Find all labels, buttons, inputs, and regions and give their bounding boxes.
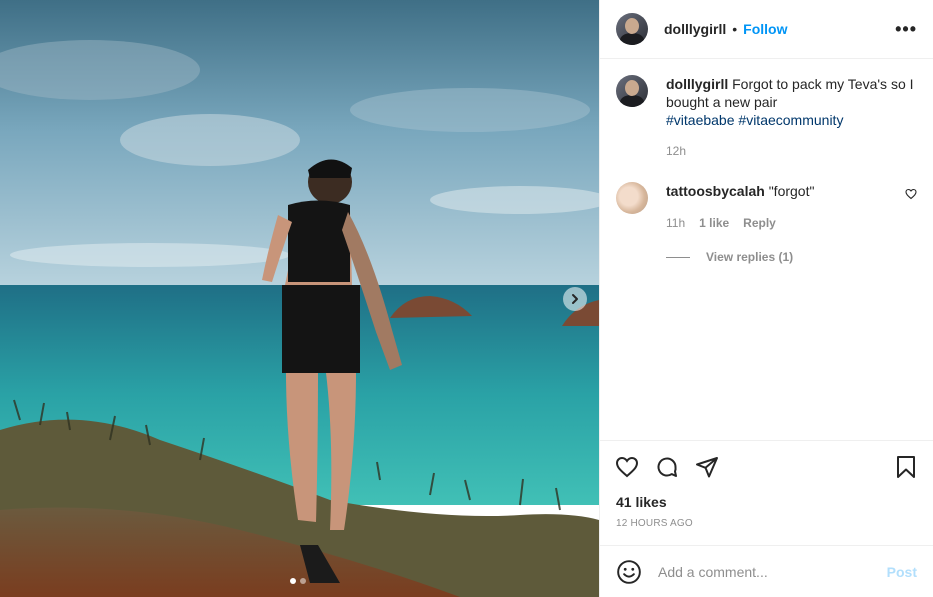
view-replies-label: View replies (1): [706, 250, 794, 264]
comment-likes[interactable]: 1 like: [699, 214, 729, 232]
post-photo[interactable]: [0, 0, 599, 597]
chevron-right-icon: [572, 294, 578, 304]
author-avatar[interactable]: [616, 13, 648, 45]
caption-avatar[interactable]: [616, 75, 648, 107]
comment-age[interactable]: 11h: [666, 214, 685, 232]
carousel-dot-active: [290, 578, 296, 584]
comment-username[interactable]: tattoosbycalah: [666, 183, 765, 199]
hashtag-link[interactable]: #vitaecommunity: [738, 112, 843, 128]
post-dialog: dolllygirll • Follow ••• dolllygirll For…: [0, 0, 933, 597]
more-options-icon[interactable]: •••: [895, 19, 917, 40]
caption-text-block: dolllygirll Forgot to pack my Teva's so …: [666, 75, 916, 129]
comments-section: dolllygirll Forgot to pack my Teva's so …: [600, 59, 933, 440]
share-button[interactable]: [694, 454, 720, 480]
comment-item: tattoosbycalah "forgot" 11h 1 like Reply: [616, 182, 917, 232]
like-count[interactable]: 41 likes: [600, 494, 933, 510]
reply-button[interactable]: Reply: [743, 214, 776, 232]
comment-composer: Post: [600, 545, 933, 597]
commenter-avatar[interactable]: [616, 182, 648, 214]
carousel-indicator: [290, 578, 306, 584]
share-icon: [696, 456, 718, 477]
separator-bullet: •: [732, 21, 738, 37]
caption: dolllygirll Forgot to pack my Teva's so …: [616, 75, 917, 158]
author-username[interactable]: dolllygirll: [664, 21, 726, 37]
hashtag-link[interactable]: #vitaebabe: [666, 112, 735, 128]
caption-username[interactable]: dolllygirll: [666, 76, 728, 92]
comment-meta: 11h 1 like Reply: [666, 214, 897, 232]
caption-age[interactable]: 12h: [666, 144, 916, 158]
save-button[interactable]: [893, 454, 919, 480]
carousel-dot: [300, 578, 306, 584]
view-replies-button[interactable]: View replies (1): [666, 250, 917, 264]
next-slide-button[interactable]: [563, 287, 587, 311]
comment-like-heart-icon[interactable]: [905, 188, 917, 200]
bookmark-icon: [897, 455, 915, 478]
replies-divider: [666, 256, 690, 258]
heart-icon: [615, 456, 639, 477]
comment-text: "forgot": [768, 183, 815, 199]
comment-icon: [657, 457, 677, 477]
action-bar: [600, 440, 933, 492]
post-timestamp[interactable]: 12 HOURS AGO: [600, 518, 933, 529]
comment-button[interactable]: [654, 454, 680, 480]
follow-button[interactable]: Follow: [743, 21, 787, 37]
comment-input[interactable]: [656, 562, 887, 581]
emoji-icon[interactable]: [616, 559, 642, 585]
photo-scene: [0, 0, 599, 597]
post-comment-button[interactable]: Post: [887, 564, 917, 580]
post-panel: dolllygirll • Follow ••• dolllygirll For…: [599, 0, 933, 597]
post-header: dolllygirll • Follow •••: [600, 0, 933, 59]
like-button[interactable]: [614, 454, 640, 480]
